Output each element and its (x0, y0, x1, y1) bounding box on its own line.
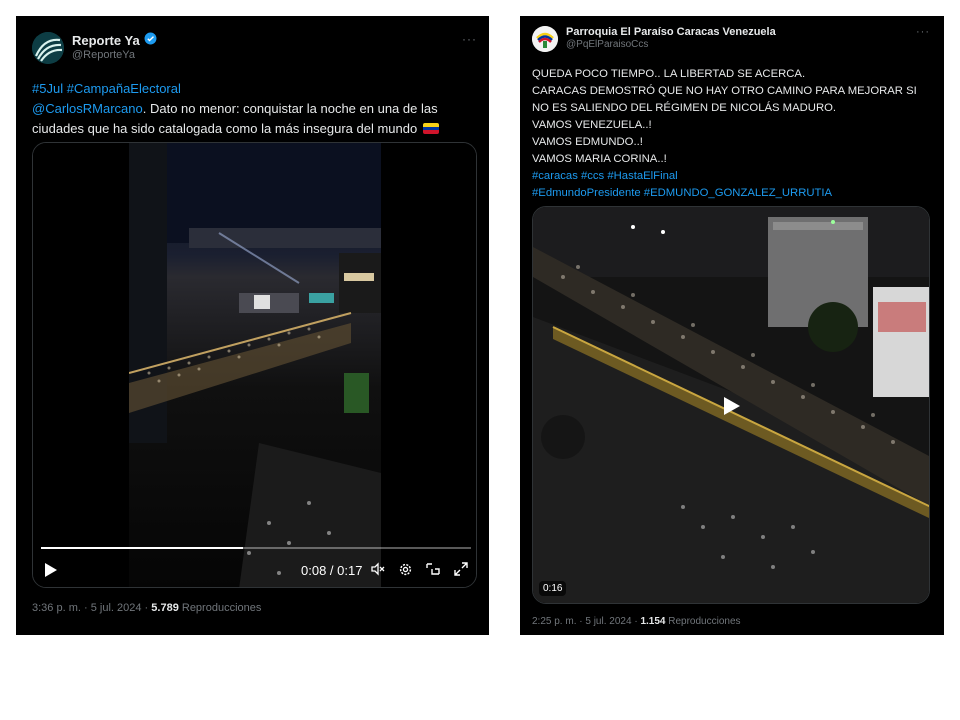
tweet-text: QUEDA POCO TIEMPO.. LA LIBERTAD SE ACERC… (532, 66, 932, 202)
avatar-reporteya[interactable] (32, 32, 64, 64)
tweet-text-line: . Dato no menor: conquistar la noche en … (142, 101, 438, 116)
avatar-pqelparaiso[interactable] (532, 26, 558, 52)
tweet-footer: 3:36 p. m. · 5 jul. 2024 · 5.789 Reprodu… (32, 602, 261, 614)
tweet-text-line: VAMOS EDMUNDO..! (532, 136, 643, 148)
video-progress-fill (41, 547, 244, 549)
separator-dot: · (634, 616, 638, 627)
tweet-text-line: ciudades que ha sido catalogada como la … (32, 121, 418, 136)
video-timestamp: 0:08 / 0:17 (301, 563, 363, 578)
separator-dot: · (83, 602, 88, 614)
play-icon[interactable] (724, 397, 740, 420)
tweet-header: Reporte Ya @ReporteYa (32, 32, 157, 64)
view-count: 1.154 (640, 616, 666, 627)
user-handle[interactable]: @PqElParaisoCcs (566, 39, 776, 51)
hashtag-link[interactable]: #5Jul (32, 81, 63, 96)
display-name-text[interactable]: Reporte Ya (72, 33, 140, 49)
tweet-time[interactable]: 3:36 p. m. (32, 602, 81, 614)
user-handle[interactable]: @ReporteYa (72, 49, 157, 62)
tweet-card-reporteya: Reporte Ya @ReporteYa ··· #5Jul #Campaña… (16, 16, 489, 635)
video-player[interactable]: 0:08 / 0:17 (32, 142, 477, 588)
tweet-date[interactable]: 5 jul. 2024 (91, 602, 142, 614)
venezuela-flag-icon (422, 123, 439, 134)
tweet-header: Parroquia El Paraíso Caracas Venezuela @… (532, 26, 776, 52)
separator-dot: · (579, 616, 583, 627)
tweet-text-line: NO ES SALIENDO DEL RÉGIMEN DE NICOLÁS MA… (532, 102, 837, 114)
video-duration-badge: 0:16 (539, 581, 567, 596)
more-options-icon[interactable]: ··· (916, 26, 930, 38)
tweet-footer: 2:25 p. m. · 5 jul. 2024 · 1.154 Reprodu… (532, 616, 741, 627)
tweet-text-line: CARACAS DEMOSTRÓ QUE NO HAY OTRO CAMINO … (532, 85, 917, 97)
settings-gear-icon[interactable] (398, 562, 413, 582)
tweet-text-line: QUEDA POCO TIEMPO.. LA LIBERTAD SE ACERC… (532, 68, 806, 80)
tweet-text-line: VAMOS MARIA CORINA..! (532, 153, 667, 165)
reporteya-logo-icon (32, 32, 64, 64)
picture-in-picture-icon[interactable] (426, 562, 440, 581)
night-crowd-scene (129, 143, 381, 587)
separator-dot: · (144, 602, 149, 614)
video-player[interactable]: 0:16 (532, 206, 930, 604)
tweet-date[interactable]: 5 jul. 2024 (585, 616, 631, 627)
tweet-text-line: VAMOS VENEZUELA..! (532, 119, 652, 131)
tweet-text: #5Jul #CampañaElectoral @CarlosRMarcano.… (32, 79, 477, 139)
play-icon[interactable] (45, 563, 57, 582)
view-count: 5.789 (151, 602, 179, 614)
video-progress-track[interactable] (41, 547, 471, 549)
parroquia-logo-icon (532, 26, 558, 52)
tweet-card-pqelparaiso: Parroquia El Paraíso Caracas Venezuela @… (520, 16, 944, 635)
hashtag-link[interactable]: #CampañaElectoral (67, 81, 181, 96)
mention-link[interactable]: @CarlosRMarcano (32, 101, 143, 116)
fullscreen-icon[interactable] (454, 562, 468, 581)
display-name[interactable]: Parroquia El Paraíso Caracas Venezuela (566, 26, 776, 39)
views-label: Reproducciones (668, 616, 741, 627)
hashtag-links[interactable]: #EdmundoPresidente #EDMUNDO_GONZALEZ_URR… (532, 185, 932, 202)
views-label: Reproducciones (181, 602, 262, 614)
display-name[interactable]: Reporte Ya (72, 32, 157, 49)
mute-icon[interactable] (371, 562, 385, 581)
verified-badge-icon (144, 32, 157, 49)
video-scene (129, 143, 381, 587)
tweet-time[interactable]: 2:25 p. m. (532, 616, 576, 627)
more-options-icon[interactable]: ··· (462, 32, 477, 46)
hashtag-links[interactable]: #caracas #ccs #HastaElFinal (532, 168, 932, 185)
